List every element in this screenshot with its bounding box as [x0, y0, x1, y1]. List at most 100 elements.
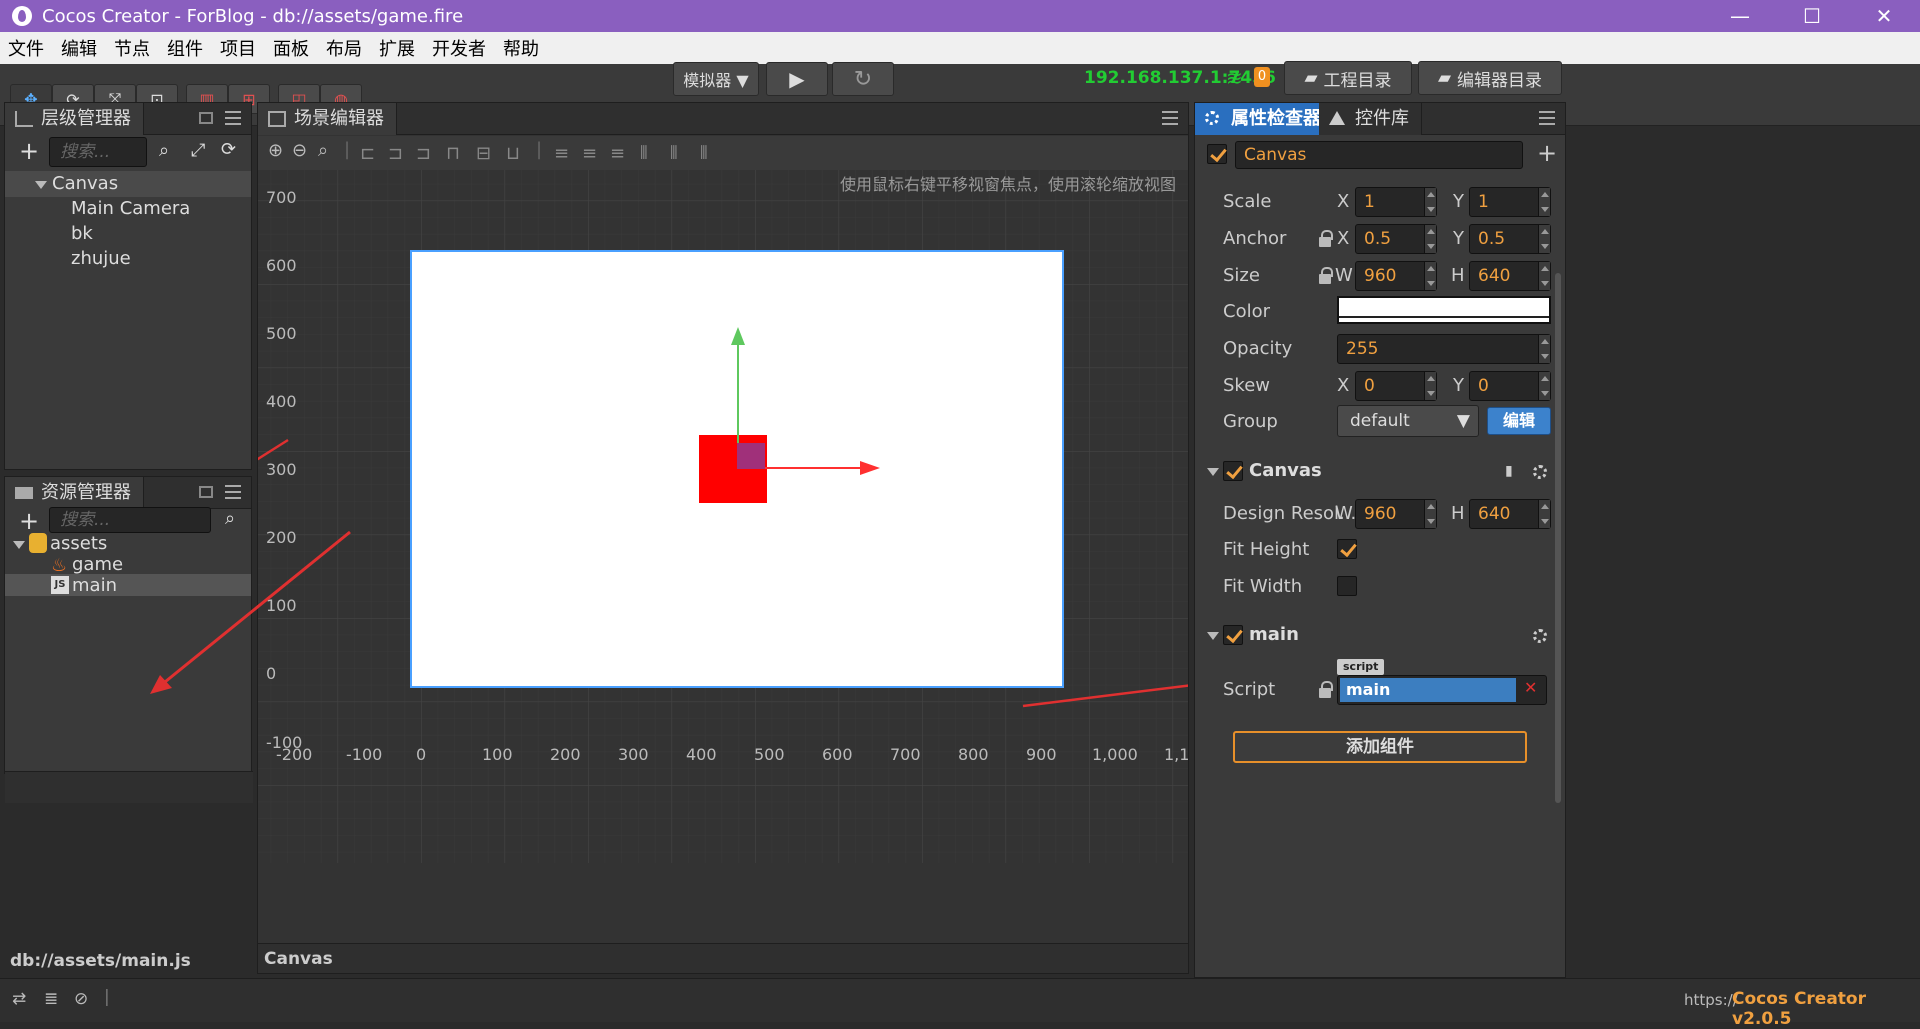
menu-edit[interactable]: 编辑 — [61, 35, 97, 61]
stepper-icon[interactable] — [1424, 188, 1436, 216]
distribute-hcenter-icon[interactable]: ⫴ — [670, 143, 678, 164]
design-h-input[interactable]: 640 — [1469, 499, 1551, 529]
stepper-icon[interactable] — [1538, 188, 1550, 216]
maximize-button[interactable]: ☐ — [1776, 0, 1848, 32]
collapse-arrow-icon[interactable] — [1207, 632, 1219, 640]
align-bottom-icon[interactable]: ⊔ — [506, 143, 520, 164]
tree-node-canvas[interactable]: Canvas — [52, 171, 118, 197]
menu-extension[interactable]: 扩展 — [379, 35, 415, 61]
editor-dir-button[interactable]: ▰ 编辑器目录 — [1418, 61, 1562, 95]
tree-node-main-camera[interactable]: Main Camera — [71, 196, 190, 222]
script-value[interactable]: main — [1340, 678, 1516, 702]
menu-help[interactable]: 帮助 — [503, 35, 539, 61]
menu-project[interactable]: 项目 — [220, 35, 256, 61]
lock-icon[interactable] — [1319, 267, 1333, 284]
distribute-top-icon[interactable]: ≡ — [554, 143, 569, 164]
tab-inspector[interactable]: 属性检查器 — [1195, 103, 1334, 135]
expand-arrow-icon[interactable] — [13, 541, 25, 549]
distribute-vcenter-icon[interactable]: ≡ — [582, 143, 597, 164]
skew-x-input[interactable]: 0 — [1355, 371, 1437, 401]
script-field[interactable]: main ✕ — [1337, 675, 1547, 705]
project-dir-button[interactable]: ▰ 工程目录 — [1284, 61, 1412, 95]
expand-arrow-icon[interactable] — [35, 181, 47, 189]
stepper-icon[interactable] — [1424, 372, 1436, 400]
tab-hierarchy[interactable]: 层级管理器 — [5, 103, 144, 135]
tree-node-bk[interactable]: bk — [71, 221, 93, 247]
skew-y-input[interactable]: 0 — [1469, 371, 1551, 401]
stepper-icon[interactable] — [1538, 372, 1550, 400]
stepper-icon[interactable] — [1538, 262, 1550, 290]
script-tag[interactable]: script — [1337, 659, 1385, 675]
align-vcenter-icon[interactable]: ⊟ — [476, 143, 491, 164]
anchor-x-input[interactable]: 0.5 — [1355, 224, 1437, 254]
add-component-plus-icon[interactable]: + — [1537, 139, 1557, 167]
distribute-left-icon[interactable]: ⫴ — [640, 143, 648, 164]
distribute-bottom-icon[interactable]: ≡ — [610, 143, 625, 164]
search-icon[interactable]: ⌕ — [225, 508, 235, 529]
menu-panel[interactable]: 面板 — [273, 35, 309, 61]
inspector-scrollbar[interactable] — [1555, 273, 1561, 803]
tab-widget-library[interactable]: 控件库 — [1319, 103, 1422, 135]
group-select[interactable]: default ▼ — [1337, 405, 1479, 437]
preview-ip[interactable]: 192.168.137.1:7456 — [1084, 68, 1276, 88]
color-swatch[interactable] — [1337, 296, 1551, 324]
stepper-icon[interactable] — [1424, 262, 1436, 290]
hierarchy-search-input[interactable]: 搜索... — [49, 137, 147, 167]
lock-icon[interactable] — [1319, 230, 1333, 247]
simulator-dropdown[interactable]: 模拟器 ▼ — [673, 62, 759, 96]
menu-component[interactable]: 组件 — [167, 35, 203, 61]
anchor-y-input[interactable]: 0.5 — [1469, 224, 1551, 254]
remove-script-icon[interactable]: ✕ — [1524, 678, 1537, 697]
size-w-input[interactable]: 960 — [1355, 261, 1437, 291]
align-left-icon[interactable]: ⊏ — [360, 143, 375, 164]
scale-x-input[interactable]: 1 — [1355, 187, 1437, 217]
group-edit-button[interactable]: 编辑 — [1487, 407, 1551, 435]
panel-menu-icon[interactable] — [1162, 111, 1178, 125]
play-button[interactable]: ▶ — [766, 62, 828, 96]
tree-node-zhujue[interactable]: zhujue — [71, 246, 131, 272]
size-h-input[interactable]: 640 — [1469, 261, 1551, 291]
design-w-input[interactable]: 960 — [1355, 499, 1437, 529]
transform-handle-center[interactable] — [737, 443, 765, 469]
stepper-icon[interactable] — [1538, 500, 1550, 528]
help-book-icon[interactable]: ▮ — [1505, 463, 1513, 479]
refresh-icon[interactable]: ⟳ — [221, 139, 236, 160]
opacity-input[interactable]: 255 — [1337, 334, 1551, 364]
add-asset-button[interactable]: + — [19, 507, 39, 535]
gear-icon[interactable] — [1533, 465, 1547, 479]
fit-height-checkbox[interactable] — [1337, 539, 1357, 559]
distribute-right-icon[interactable]: ⫴ — [700, 143, 708, 164]
collapse-arrow-icon[interactable] — [1207, 468, 1219, 476]
menu-node[interactable]: 节点 — [114, 35, 150, 61]
scale-y-input[interactable]: 1 — [1469, 187, 1551, 217]
node-name-input[interactable]: Canvas — [1235, 141, 1523, 169]
panel-menu-icon[interactable] — [225, 485, 241, 499]
panel-menu-icon[interactable] — [225, 111, 241, 125]
stepper-icon[interactable] — [1538, 335, 1550, 363]
stepper-icon[interactable] — [1424, 225, 1436, 253]
add-node-button[interactable]: + — [19, 137, 39, 165]
zoom-out-icon[interactable]: ⊖ — [292, 140, 307, 161]
lock-icon[interactable] — [1319, 681, 1333, 698]
tab-scene[interactable]: 场景编辑器 — [258, 103, 397, 135]
gear-icon[interactable] — [1533, 629, 1547, 643]
minimize-button[interactable]: — — [1704, 0, 1776, 32]
notification-badge[interactable]: 0 — [1254, 67, 1270, 87]
align-right-icon[interactable]: ⊐ — [416, 143, 431, 164]
search-icon[interactable]: ⌕ — [159, 140, 169, 161]
expand-icon[interactable]: ⤢ — [191, 140, 205, 161]
add-component-button[interactable]: 添加组件 — [1233, 731, 1527, 763]
zoom-in-icon[interactable]: ⊕ — [268, 140, 283, 161]
align-top-icon[interactable]: ⊓ — [446, 143, 460, 164]
sync-icon[interactable]: ⇄ — [12, 989, 26, 1009]
node-active-checkbox[interactable] — [1207, 144, 1227, 164]
fit-width-checkbox[interactable] — [1337, 576, 1357, 596]
menu-file[interactable]: 文件 — [8, 35, 44, 61]
canvas-enabled-checkbox[interactable] — [1223, 461, 1243, 481]
hide-icon[interactable]: ⊘ — [74, 989, 88, 1009]
menu-layout[interactable]: 布局 — [326, 35, 362, 61]
refresh-button[interactable]: ↻ — [832, 62, 894, 96]
main-enabled-checkbox[interactable] — [1223, 625, 1243, 645]
menu-developer[interactable]: 开发者 — [432, 35, 486, 61]
assets-search-input[interactable]: 搜索... — [49, 507, 211, 533]
